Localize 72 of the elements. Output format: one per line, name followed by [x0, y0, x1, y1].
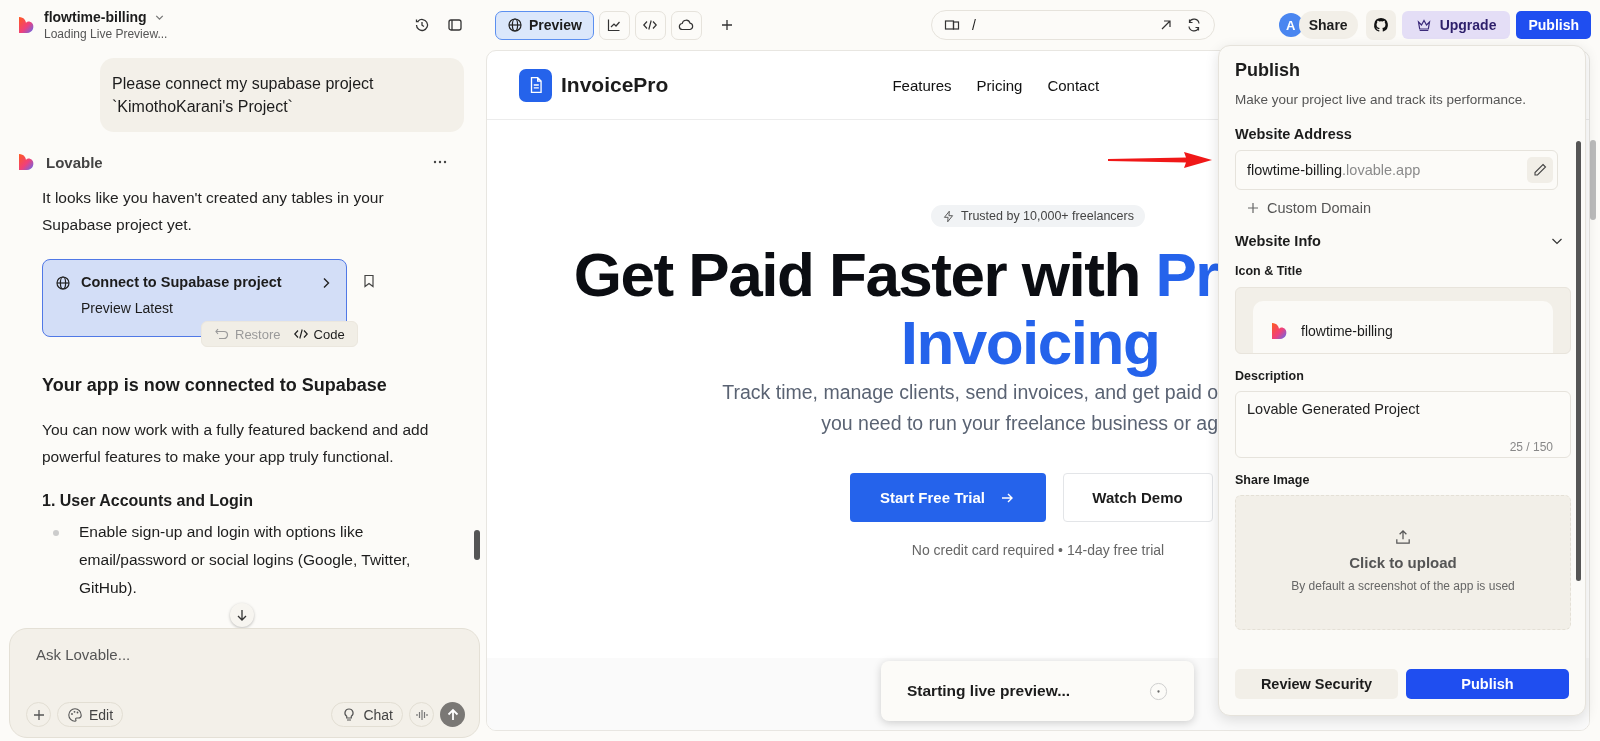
cloud-icon[interactable] — [678, 17, 695, 33]
toast-text: Starting live preview... — [907, 682, 1072, 700]
card-subtitle: Preview Latest — [81, 300, 174, 316]
panel-title: Publish — [1235, 60, 1301, 81]
edit-address-button[interactable] — [1527, 157, 1553, 183]
scrollbar[interactable] — [1590, 140, 1596, 220]
message-subheading: 1. User Accounts and Login — [42, 492, 254, 510]
sidebar-icon[interactable] — [447, 17, 463, 33]
document-icon — [519, 68, 552, 102]
panel-description: Make your project live and track its performance. — [1235, 92, 1528, 107]
pencil-icon[interactable] — [1532, 162, 1548, 178]
hero-headline: Get Paid Faster with Pr — [573, 241, 1218, 309]
message-text: You can now work with a fully featured backend and add powerful features to make your app truly functional. — [42, 420, 430, 467]
watch-demo-button[interactable]: Watch Demo — [1062, 473, 1213, 522]
nav-link[interactable]: Contact — [1047, 76, 1100, 94]
logo-icon — [1269, 321, 1289, 341]
upload-icon[interactable] — [1394, 528, 1412, 546]
field-label: Description — [1235, 369, 1305, 383]
trust-badge: Trusted by 10,000+ freelancers — [931, 205, 1145, 227]
lightning-icon — [942, 209, 956, 223]
publish-button[interactable]: Publish — [1516, 11, 1591, 39]
review-security-button[interactable]: Review Security — [1235, 669, 1398, 699]
field-label: Share Image — [1235, 473, 1311, 487]
logo-icon — [16, 15, 36, 35]
devices-icon[interactable] — [943, 17, 960, 33]
github-button[interactable] — [1365, 10, 1396, 40]
card-title: Connect to Supabase project — [81, 274, 283, 290]
github-icon[interactable] — [1372, 17, 1389, 33]
user-avatar[interactable]: A — [1278, 13, 1303, 37]
cloud-tab[interactable] — [670, 10, 702, 40]
bullet-text: Enable sign-up and login with options like email/password or social logins (Google, Twitter, GitHub). — [79, 522, 412, 598]
message-heading: Your app is now connected to Supabase — [42, 375, 388, 396]
message-field[interactable]: Ask Lovable... — [26, 643, 465, 665]
custom-domain-link[interactable]: Custom Domain — [1245, 200, 1371, 216]
spinner-icon — [1149, 681, 1168, 701]
hero-subtitle: Track time, manage clients, send invoices, and get paid o — [722, 380, 1218, 405]
project-status: Loading Live Preview... — [44, 27, 168, 41]
nav-link[interactable]: Pricing — [976, 76, 1023, 94]
upload-area[interactable]: Click to upload By default a screenshot of the app is used — [1235, 495, 1571, 630]
character-counter: 25 / 150 — [1509, 440, 1553, 454]
publish-button[interactable]: Publish — [1406, 669, 1569, 699]
palette-icon[interactable] — [67, 706, 83, 723]
start-trial-button[interactable]: Start Free Trial — [849, 473, 1046, 522]
user-message: Please connect my supabase project `KimothoKarani's Project` — [100, 58, 464, 132]
crown-icon[interactable] — [1415, 17, 1432, 33]
hero-subtitle: you need to run your freelance business or ag — [821, 411, 1218, 436]
scrollbar[interactable] — [1576, 141, 1581, 581]
site-brand[interactable]: InvoicePro — [561, 73, 669, 97]
message-text: It looks like you haven't created any tables in your Supabase project yet. — [42, 188, 385, 235]
chart-icon[interactable] — [606, 17, 623, 33]
preview-tab[interactable]: Preview — [495, 10, 594, 40]
globe-icon[interactable] — [507, 17, 523, 33]
upgrade-button[interactable]: Upgrade — [1401, 11, 1511, 39]
logo-icon — [16, 152, 36, 172]
site-title: flowtime-billing — [1301, 323, 1393, 339]
section-title[interactable]: Website Info — [1235, 233, 1321, 249]
field-label: Website Address — [1235, 126, 1353, 142]
bookmark-icon[interactable] — [361, 273, 377, 289]
share-button[interactable]: Share — [1298, 11, 1358, 39]
nav-link[interactable]: Features — [892, 76, 952, 94]
bullet-icon — [53, 530, 59, 536]
analytics-tab[interactable] — [598, 10, 630, 40]
globe-icon — [55, 275, 71, 291]
assistant-name: Lovable — [46, 153, 103, 171]
history-icon[interactable] — [414, 17, 430, 33]
address-field[interactable]: flowtime-billing.lovable.app — [1235, 150, 1558, 190]
field-label: Icon & Title — [1235, 264, 1304, 278]
hero-note: No credit card required • 14-day free trial — [911, 542, 1165, 558]
code-tab[interactable] — [634, 10, 666, 40]
hero-headline: Invoicing — [900, 309, 1160, 377]
site-title-card[interactable]: flowtime-billing — [1253, 301, 1553, 353]
project-name[interactable]: flowtime-billing — [44, 9, 147, 25]
